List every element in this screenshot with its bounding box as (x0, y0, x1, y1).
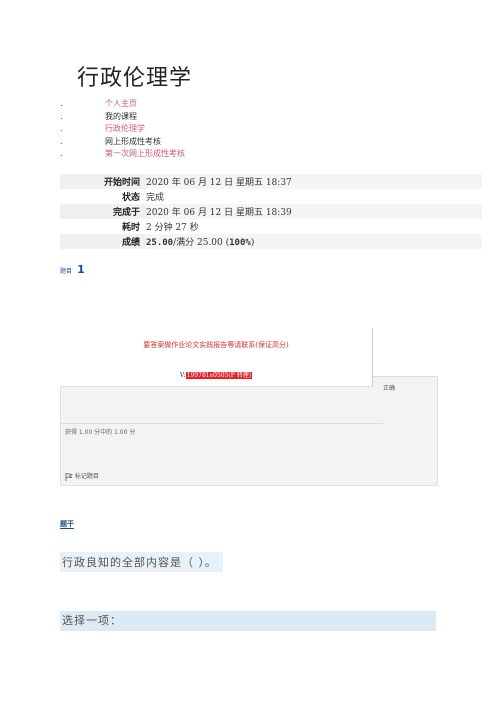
grade-percent: 100% (229, 238, 251, 248)
ad-contact-prefix: V: (179, 372, 186, 379)
summary-label: 状态 (60, 189, 146, 204)
summary-label: 开始时间 (60, 174, 146, 189)
ad-contact-highlight: 199781e0505(P 转理) (185, 372, 253, 379)
flag-question-button[interactable]: 标记题目 (65, 471, 99, 481)
breadcrumb-link-home[interactable]: 个人主页 (105, 98, 137, 111)
breadcrumb-label-assessment: 网上形成性考核 (105, 136, 161, 146)
ad-contact: V:199781e0505(P 转理) (60, 370, 372, 379)
quiz-summary-table: 开始时间 2020 年 06 月 12 日 星期五 18:37 状态 完成 完成… (60, 174, 482, 249)
summary-row-start-time: 开始时间 2020 年 06 月 12 日 星期五 18:37 (60, 174, 482, 189)
breadcrumb-item-home[interactable]: . 个人主页 (60, 98, 260, 111)
grade-max: /满分 25.00 ( (173, 238, 230, 248)
summary-value: 2020 年 06 月 12 日 星期五 18:37 (146, 174, 482, 189)
summary-row-state: 状态 完成 (60, 189, 482, 204)
summary-row-completed-on: 完成于 2020 年 06 月 12 日 星期五 18:39 (60, 204, 482, 219)
divider (61, 423, 383, 424)
question-score: 获得 1.00 分中的 1.00 分 (65, 429, 136, 436)
question-label: 题目 (60, 268, 73, 275)
question-number: 题目 1 (60, 258, 85, 277)
breadcrumb-label-my-courses: 我的课程 (105, 111, 137, 121)
ad-box: 要答案做作业论文实践报告等请联系(保证高分) V:199781e0505(P 转… (60, 328, 373, 387)
summary-row-grade: 成绩 25.00/满分 25.00 (100%) (60, 234, 482, 249)
bullet-icon: . (60, 124, 63, 133)
breadcrumb-item-my-courses: . 我的课程 (60, 111, 260, 124)
question-status: 正确 (383, 385, 396, 392)
breadcrumb-item-course[interactable]: . 行政伦理学 (60, 123, 260, 136)
bullet-icon: . (60, 99, 63, 108)
summary-label: 成绩 (60, 234, 146, 249)
breadcrumb: . 个人主页 . 我的课程 . 行政伦理学 . 网上形成性考核 . 第一次网上形… (60, 98, 260, 161)
summary-label: 耗时 (60, 219, 146, 234)
ad-text: 要答案做作业论文实践报告等请联系(保证高分) (143, 341, 289, 349)
grade-score: 25.00 (146, 238, 174, 248)
question-section-label: 题干 (60, 520, 74, 529)
summary-value: 2020 年 06 月 12 日 星期五 18:39 (146, 204, 482, 219)
breadcrumb-item-assessment: . 网上形成性考核 (60, 136, 260, 149)
breadcrumb-link-course[interactable]: 行政伦理学 (105, 123, 145, 136)
summary-label: 完成于 (60, 204, 146, 219)
summary-value: 25.00/满分 25.00 (100%) (146, 234, 482, 249)
question-info-card: 正确 获得 1.00 分中的 1.00 分 标记题目 (60, 376, 438, 486)
choose-one-prompt: 选择一项： (60, 611, 436, 631)
flag-label: 标记题目 (74, 473, 99, 480)
bullet-icon: . (60, 136, 63, 146)
bullet-icon: . (60, 111, 63, 121)
grade-close: ) (250, 238, 255, 248)
page-title: 行政伦理学 (77, 66, 193, 91)
summary-value: 2 分钟 27 秒 (146, 219, 482, 234)
breadcrumb-link-quiz[interactable]: 第一次网上形成性考核 (105, 148, 185, 161)
question-num: 1 (77, 263, 85, 276)
summary-row-time-taken: 耗时 2 分钟 27 秒 (60, 219, 482, 234)
breadcrumb-item-quiz[interactable]: . 第一次网上形成性考核 (60, 148, 260, 161)
flag-icon (65, 472, 73, 481)
bullet-icon: . (60, 149, 63, 158)
question-text: 行政良知的全部内容是（ ）。 (60, 552, 223, 572)
summary-value: 完成 (146, 189, 482, 204)
